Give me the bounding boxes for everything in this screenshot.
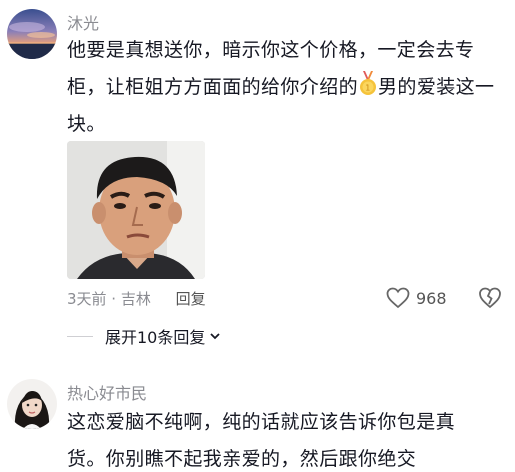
chevron-down-icon xyxy=(210,333,221,340)
dislike-button[interactable] xyxy=(478,286,502,310)
comment-username[interactable]: 沐光 xyxy=(67,10,99,34)
heart-icon xyxy=(386,287,410,309)
broken-heart-icon xyxy=(479,287,501,309)
man-face-sticker[interactable] xyxy=(67,141,205,279)
gold-medal-icon: 1 xyxy=(360,71,377,95)
avatar-girl-image xyxy=(7,379,57,429)
reply-button[interactable]: 回复 xyxy=(176,288,206,309)
comment-text: 他要是真想送你，暗示你这个价格，一定会去专柜，让柜姐方方面面的给你介绍的 1 男… xyxy=(67,32,507,143)
sticker-image xyxy=(67,141,205,279)
like-button[interactable]: 968 xyxy=(386,286,447,310)
svg-text:1: 1 xyxy=(365,84,371,93)
comment-meta: 3天前 · 吉林 回复 xyxy=(67,288,206,309)
comment-item: 热心好市民 这恋爱脑不纯啊，纯的话就应该告诉你包是真货。你别瞧不起我亲爱的，然后… xyxy=(0,368,515,472)
expand-replies-button[interactable]: 展开10条回复 xyxy=(67,324,221,348)
expand-replies-label: 展开10条回复 xyxy=(105,328,206,347)
avatar[interactable] xyxy=(7,9,57,59)
avatar[interactable] xyxy=(7,379,57,429)
like-count: 968 xyxy=(416,288,447,308)
divider xyxy=(67,335,93,337)
avatar-sunset-image xyxy=(7,9,57,59)
comment-username[interactable]: 热心好市民 xyxy=(67,380,147,404)
comment-time-location: 3天前 · 吉林 xyxy=(67,290,151,308)
comment-text: 这恋爱脑不纯啊，纯的话就应该告诉你包是真货。你别瞧不起我亲爱的，然后跟你绝交 xyxy=(67,411,456,470)
